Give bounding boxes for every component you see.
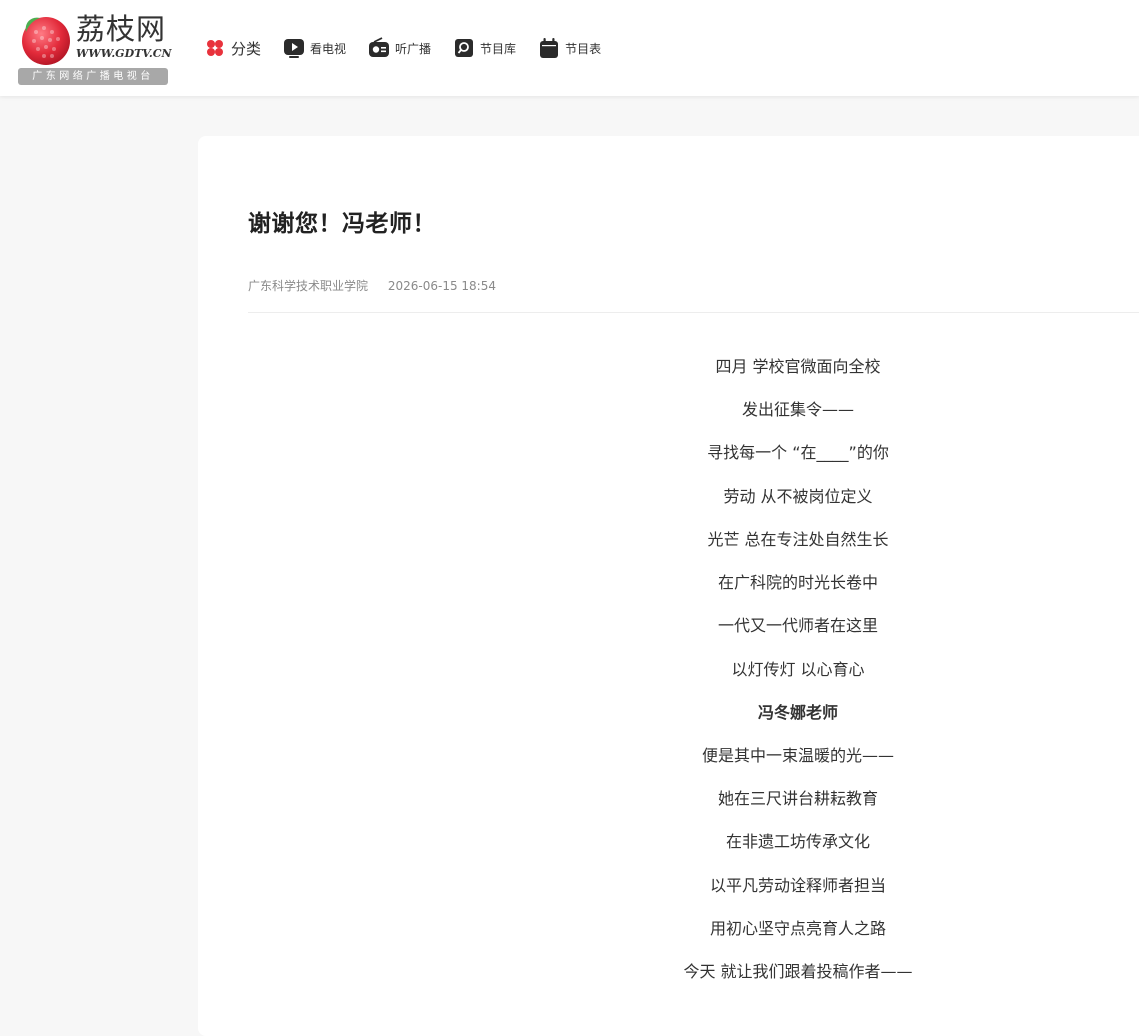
site-header: 荔枝网 WWW.GDTV.CN 广东网络广播电视台 分类 看电视 听广播 节目库… — [0, 0, 1139, 96]
article-date: 2026-06-15 18:54 — [387, 279, 496, 293]
nav-item-category[interactable]: 分类 — [204, 37, 261, 59]
nav-label-library: 节目库 — [480, 41, 517, 56]
nav-label-radio: 听广播 — [395, 41, 432, 56]
nav-label-watch-tv: 看电视 — [310, 41, 347, 56]
article-line: 便是其中一束温暖的光—— — [701, 746, 894, 765]
article-card: 谢谢您！冯老师！ 广东科学技术职业学院 2026-06-15 18:54 四月 … — [198, 136, 1139, 1036]
logo-url: WWW.GDTV.CN — [76, 47, 172, 60]
article-line: 寻找每一个 “在____”的你 — [707, 443, 889, 462]
nav-label-schedule: 节目表 — [565, 41, 602, 56]
category-icon — [207, 40, 223, 56]
logo-name: 荔枝网 — [76, 12, 167, 46]
article-line: 发出征集令—— — [741, 400, 854, 419]
article-source[interactable]: 广东科学技术职业学院 — [248, 279, 368, 293]
radio-icon — [369, 37, 390, 57]
article-title: 谢谢您！冯老师！ — [248, 211, 436, 237]
nav-item-library[interactable]: 节目库 — [453, 37, 516, 59]
main-nav: 分类 看电视 听广播 节目库 节目表 — [204, 36, 623, 60]
nav-item-schedule[interactable]: 节目表 — [538, 37, 601, 59]
meta-divider — [248, 312, 1139, 313]
tv-play-icon — [284, 39, 305, 58]
article-line: 劳动 从不被岗位定义 — [723, 487, 873, 506]
article-line: 在非遗工坊传承文化 — [725, 832, 870, 851]
article-line: 光芒 总在专注处自然生长 — [707, 530, 889, 549]
library-search-icon — [455, 39, 474, 57]
article-line: 她在三尺讲台耕耘教育 — [717, 789, 878, 808]
article-line: 在广科院的时光长卷中 — [717, 573, 878, 592]
article-line: 一代又一代师者在这里 — [717, 616, 878, 635]
article-line: 以平凡劳动诠释师者担当 — [709, 876, 886, 895]
calendar-icon — [540, 38, 559, 58]
article-line: 用初心坚守点亮育人之路 — [709, 919, 886, 938]
nav-item-radio[interactable]: 听广播 — [368, 37, 431, 59]
logo-tagline: 广东网络广播电视台 — [18, 68, 168, 85]
article-line: 以灯传灯 以心育心 — [731, 660, 865, 679]
nav-label-category: 分类 — [231, 39, 262, 58]
article-line-teacher-name: 冯冬娜老师 — [757, 703, 838, 722]
site-logo[interactable]: 荔枝网 WWW.GDTV.CN 广东网络广播电视台 — [16, 10, 172, 86]
article-line: 今天 就让我们跟着投稿作者—— — [683, 962, 913, 981]
nav-item-watch-tv[interactable]: 看电视 — [283, 37, 346, 59]
lychee-logo-icon — [22, 17, 70, 65]
article-meta: 广东科学技术职业学院 2026-06-15 18:54 — [248, 277, 496, 294]
article-line: 四月 学校官微面向全校 — [715, 357, 881, 376]
